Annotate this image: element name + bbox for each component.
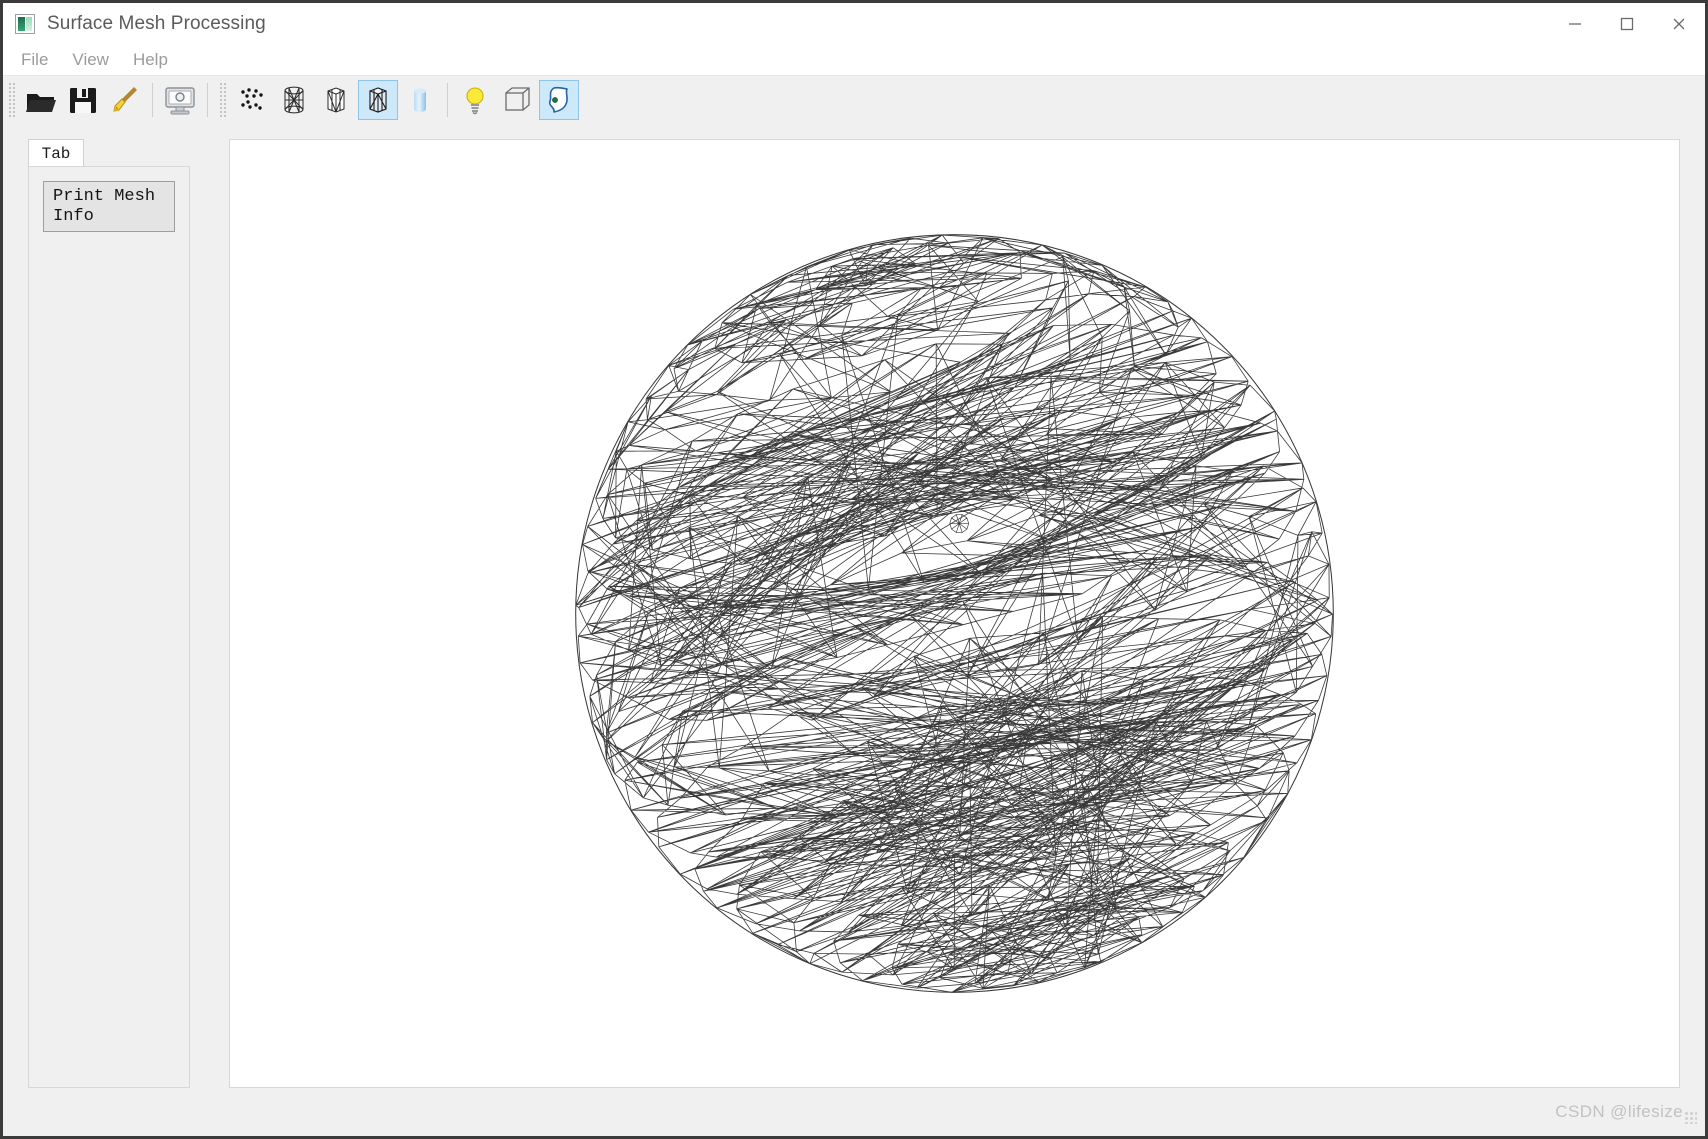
points-cloud-icon[interactable] <box>232 80 272 120</box>
toolbar-drag-handle-2[interactable] <box>219 81 228 118</box>
save-floppy-icon[interactable] <box>63 80 103 120</box>
clear-broom-icon[interactable] <box>105 80 145 120</box>
window-controls <box>1549 3 1705 45</box>
menu-item-help[interactable]: Help <box>123 48 178 72</box>
close-icon[interactable] <box>1653 3 1705 45</box>
tab-main[interactable]: Tab <box>28 139 84 167</box>
window-title: Surface Mesh Processing <box>47 13 266 34</box>
hidden-line-icon[interactable] <box>316 80 356 120</box>
center-vertex-marker <box>949 514 970 533</box>
maximize-icon[interactable] <box>1601 3 1653 45</box>
sidebar-panel: Tab Print Mesh Info <box>28 139 190 1088</box>
minimize-icon[interactable] <box>1549 3 1601 45</box>
toolbar-separator-3 <box>447 82 448 117</box>
tab-strip: Tab <box>28 139 190 167</box>
application-window: Surface Mesh Processing File View Help T… <box>0 0 1708 1139</box>
toolbar-drag-handle-1[interactable] <box>8 81 17 118</box>
open-folder-icon[interactable] <box>21 80 61 120</box>
app-image-icon <box>15 14 35 34</box>
bounding-box-icon[interactable] <box>497 80 537 120</box>
toolbar-separator-2 <box>207 82 208 117</box>
print-mesh-info-button[interactable]: Print Mesh Info <box>43 181 175 233</box>
mesh-wireframe <box>575 234 1334 993</box>
menu-item-file[interactable]: File <box>11 48 58 72</box>
title-bar: Surface Mesh Processing <box>3 3 1705 45</box>
toolbar <box>3 76 1705 124</box>
watermark-dots-icon <box>1685 1112 1697 1124</box>
wireframe-icon[interactable] <box>274 80 314 120</box>
solid-flat-icon[interactable] <box>400 80 440 120</box>
content-area: Tab Print Mesh Info CSDN @lifesize <box>3 123 1705 1136</box>
toolbar-separator-1 <box>152 82 153 117</box>
snapshot-monitor-icon[interactable] <box>160 80 200 120</box>
watermark-text: CSDN @lifesize <box>1555 1102 1683 1121</box>
menu-bar: File View Help <box>3 45 1705 76</box>
boundary-curve-icon[interactable] <box>539 79 579 120</box>
tab-pane: Print Mesh Info <box>28 166 190 1088</box>
mesh-viewport[interactable] <box>229 139 1680 1088</box>
solid-wireframe-icon[interactable] <box>358 79 398 120</box>
menu-item-view[interactable]: View <box>62 48 119 72</box>
lighting-bulb-icon[interactable] <box>455 80 495 120</box>
